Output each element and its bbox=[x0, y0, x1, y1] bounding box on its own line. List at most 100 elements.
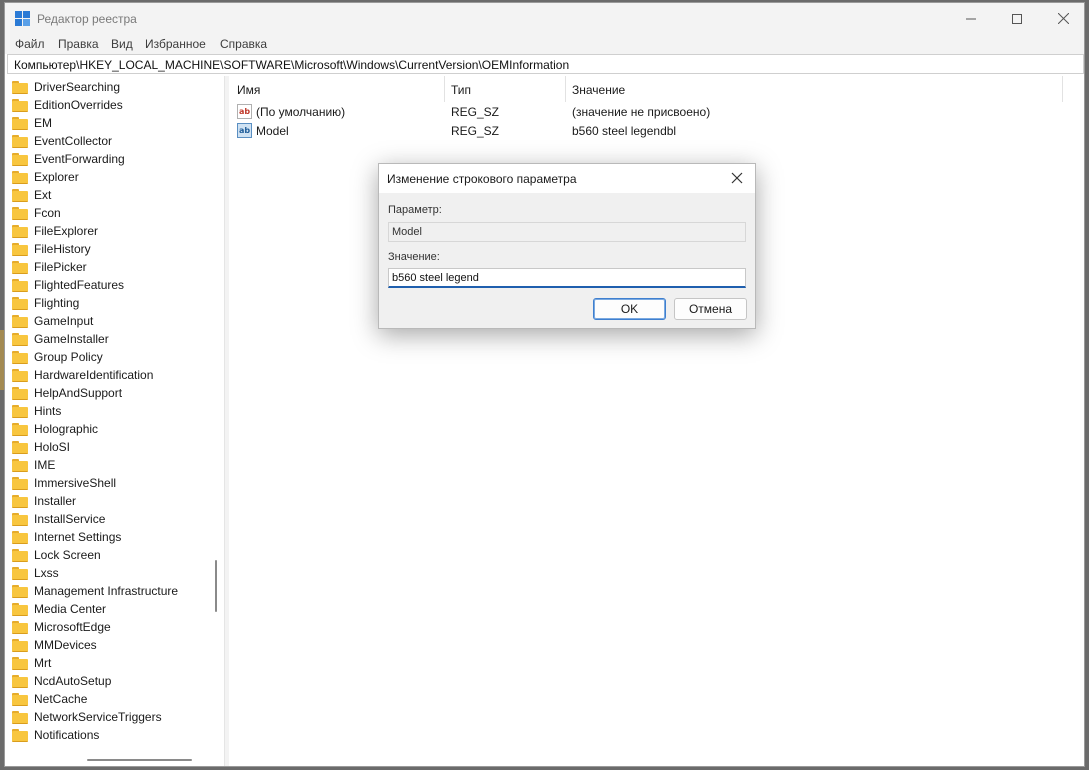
dialog-title: Изменение строкового параметра bbox=[387, 172, 577, 186]
folder-icon bbox=[12, 422, 28, 436]
tree-item[interactable]: HoloSI bbox=[7, 438, 207, 456]
list-row-model[interactable]: ab Model REG_SZ b560 steel legendbl bbox=[229, 122, 829, 140]
tree-item[interactable]: IME bbox=[7, 456, 207, 474]
key-tree[interactable]: DriverSearching EditionOverrides EM EventCo… bbox=[7, 76, 225, 766]
tree-item[interactable]: NcdAutoSetup bbox=[7, 672, 207, 690]
tree-item-label: HoloSI bbox=[34, 440, 71, 454]
tree-item[interactable]: Lxss bbox=[7, 564, 207, 582]
tree-item[interactable]: DriverSearching bbox=[7, 78, 207, 96]
tree-item-label: GameInstaller bbox=[34, 332, 109, 346]
folder-icon bbox=[12, 278, 28, 292]
tree-item-label: HelpAndSupport bbox=[34, 386, 123, 400]
maximize-button[interactable] bbox=[994, 3, 1040, 34]
cancel-button[interactable]: Отмена bbox=[674, 298, 747, 320]
tree-item[interactable]: ImmersiveShell bbox=[7, 474, 207, 492]
tree-item[interactable]: Flighting bbox=[7, 294, 207, 312]
tree-item[interactable]: EditionOverrides bbox=[7, 96, 207, 114]
minimize-button[interactable] bbox=[948, 3, 994, 34]
tree-item[interactable]: NetCache bbox=[7, 690, 207, 708]
tree-item[interactable]: Lock Screen bbox=[7, 546, 207, 564]
tree-item[interactable]: Internet Settings bbox=[7, 528, 207, 546]
close-button[interactable] bbox=[1040, 3, 1086, 34]
row-type: REG_SZ bbox=[451, 105, 500, 119]
tree-horizontal-scrollbar[interactable] bbox=[87, 759, 192, 761]
tree-item[interactable]: Notifications bbox=[7, 726, 207, 744]
tree-item[interactable]: Mrt bbox=[7, 654, 207, 672]
param-name-field: Model bbox=[388, 222, 746, 242]
minimize-icon bbox=[966, 18, 976, 19]
folder-icon bbox=[12, 440, 28, 454]
param-label: Параметр: bbox=[388, 204, 442, 216]
column-value[interactable]: Значение bbox=[572, 83, 625, 97]
tree-item[interactable]: HelpAndSupport bbox=[7, 384, 207, 402]
tree-item[interactable]: FlightedFeatures bbox=[7, 276, 207, 294]
menu-favorites[interactable]: Избранное bbox=[145, 37, 206, 51]
tree-item[interactable]: MicrosoftEdge bbox=[7, 618, 207, 636]
row-name: Model bbox=[256, 124, 289, 138]
folder-icon bbox=[12, 494, 28, 508]
tree-item[interactable]: NetworkServiceTriggers bbox=[7, 708, 207, 726]
tree-item-label: EventCollector bbox=[34, 134, 113, 148]
string-value-icon: ab bbox=[237, 123, 252, 138]
tree-item[interactable]: MMDevices bbox=[7, 636, 207, 654]
dialog-title-bar[interactable]: Изменение строкового параметра bbox=[379, 164, 755, 193]
folder-icon bbox=[12, 476, 28, 490]
tree-item[interactable]: GameInstaller bbox=[7, 330, 207, 348]
tree-item[interactable]: EventForwarding bbox=[7, 150, 207, 168]
tree-item-label: Internet Settings bbox=[34, 530, 122, 544]
tree-item-label: FlightedFeatures bbox=[34, 278, 125, 292]
tree-item-label: NetworkServiceTriggers bbox=[34, 710, 162, 724]
tree-item[interactable]: Media Center bbox=[7, 600, 207, 618]
tree-item[interactable]: HardwareIdentification bbox=[7, 366, 207, 384]
tree-item-label: EventForwarding bbox=[34, 152, 125, 166]
tree-item[interactable]: Fcon bbox=[7, 204, 207, 222]
tree-item-label: Lxss bbox=[34, 566, 59, 580]
tree-item[interactable]: FilePicker bbox=[7, 258, 207, 276]
tree-item-label: FileHistory bbox=[34, 242, 91, 256]
list-row-default[interactable]: ab (По умолчанию) REG_SZ (значение не пр… bbox=[229, 103, 829, 121]
dialog-close-button[interactable] bbox=[727, 168, 747, 188]
folder-icon bbox=[12, 80, 28, 94]
menu-bar: Файл Правка Вид Избранное Справка bbox=[5, 34, 1084, 54]
tree-vertical-scrollbar[interactable] bbox=[215, 560, 217, 612]
tree-item[interactable]: Group Policy bbox=[7, 348, 207, 366]
tree-item[interactable]: Management Infrastructure bbox=[7, 582, 207, 600]
tree-item[interactable]: FileExplorer bbox=[7, 222, 207, 240]
folder-icon bbox=[12, 728, 28, 742]
tree-item-label: Ext bbox=[34, 188, 52, 202]
folder-icon bbox=[12, 260, 28, 274]
value-data-input[interactable]: b560 steel legend bbox=[388, 268, 746, 288]
maximize-icon bbox=[1012, 13, 1022, 24]
folder-icon bbox=[12, 368, 28, 382]
folder-icon bbox=[12, 584, 28, 598]
tree-item-label: Media Center bbox=[34, 602, 107, 616]
close-icon bbox=[1057, 13, 1069, 24]
tree-item[interactable]: GameInput bbox=[7, 312, 207, 330]
folder-icon bbox=[12, 674, 28, 688]
close-icon bbox=[731, 172, 743, 184]
tree-item[interactable]: EM bbox=[7, 114, 207, 132]
column-type[interactable]: Тип bbox=[451, 83, 471, 97]
tree-item[interactable]: InstallService bbox=[7, 510, 207, 528]
tree-item[interactable]: EventCollector bbox=[7, 132, 207, 150]
folder-icon bbox=[12, 332, 28, 346]
address-bar[interactable]: Компьютер\HKEY_LOCAL_MACHINE\SOFTWARE\Mi… bbox=[7, 54, 1084, 74]
tree-item-label: Explorer bbox=[34, 170, 79, 184]
title-bar[interactable]: Редактор реестра bbox=[5, 3, 1084, 34]
tree-item-label: FileExplorer bbox=[34, 224, 99, 238]
menu-file[interactable]: Файл bbox=[15, 37, 45, 51]
tree-item[interactable]: Installer bbox=[7, 492, 207, 510]
menu-edit[interactable]: Правка bbox=[58, 37, 99, 51]
tree-item[interactable]: FileHistory bbox=[7, 240, 207, 258]
tree-item[interactable]: Hints bbox=[7, 402, 207, 420]
tree-item[interactable]: Explorer bbox=[7, 168, 207, 186]
menu-view[interactable]: Вид bbox=[111, 37, 133, 51]
menu-help[interactable]: Справка bbox=[220, 37, 267, 51]
column-name[interactable]: Имя bbox=[237, 83, 260, 97]
ok-button[interactable]: OK bbox=[593, 298, 666, 320]
column-divider[interactable] bbox=[444, 76, 445, 102]
tree-item[interactable]: Holographic bbox=[7, 420, 207, 438]
column-divider[interactable] bbox=[565, 76, 566, 102]
tree-item[interactable]: Ext bbox=[7, 186, 207, 204]
tree-item-label: Fcon bbox=[34, 206, 61, 220]
